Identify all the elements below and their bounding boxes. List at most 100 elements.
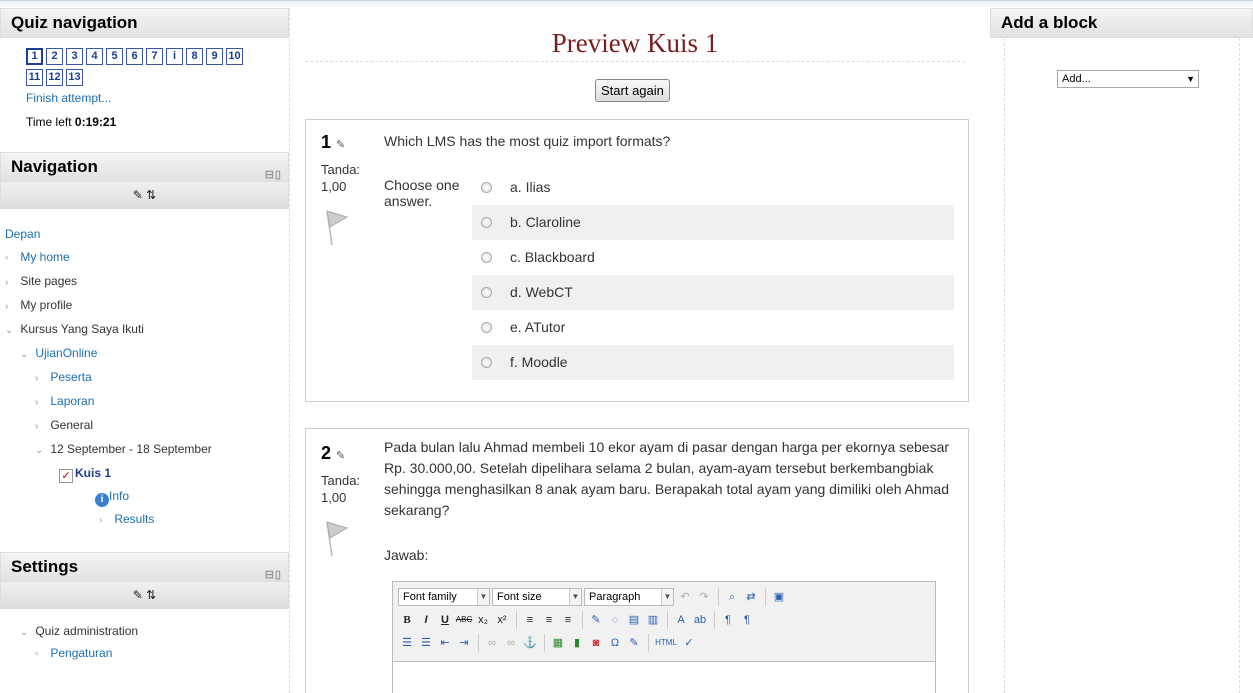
rtl-icon[interactable]: ¶ [738,611,756,629]
move-icon[interactable]: ⇅ [146,588,156,602]
settings-item-quiz-admin[interactable]: Quiz administration [35,624,138,638]
italic-icon[interactable]: I [417,611,435,629]
fullscreen-icon[interactable]: ▣ [770,588,788,606]
question-button-info[interactable]: i [166,48,183,65]
radio-button[interactable] [481,287,492,298]
redo-icon[interactable]: ↷ [695,588,713,606]
outdent-icon[interactable]: ⇤ [436,634,454,652]
nav-item-laporan[interactable]: Laporan [50,394,94,408]
chevron-right-icon[interactable]: › [5,271,17,294]
chevron-down-icon[interactable]: ⌄ [20,343,32,366]
question-button-7[interactable]: 7 [146,48,163,65]
find-icon[interactable]: ⌕ [723,588,741,606]
radio-button[interactable] [481,252,492,263]
question-button-12[interactable]: 12 [46,69,63,86]
numbered-list-icon[interactable]: ☰ [417,634,435,652]
question-button-8[interactable]: 8 [186,48,203,65]
edit-icon[interactable]: ✎ [133,188,143,202]
nav-item-results[interactable]: Results [114,512,154,526]
chevron-right-icon[interactable]: › [35,367,47,390]
question-button-10[interactable]: 10 [226,48,243,65]
ltr-icon[interactable]: ¶ [719,611,737,629]
align-right-icon[interactable]: ≡ [559,611,577,629]
radio-button[interactable] [481,182,492,193]
text-color-icon[interactable]: A [672,611,690,629]
html-icon[interactable]: HTML [653,634,679,652]
dock-icon[interactable]: ⊟▯ [265,161,282,189]
radio-button[interactable] [481,322,492,333]
replace-icon[interactable]: ⇄ [742,588,760,606]
strikethrough-icon[interactable]: ABC [455,611,473,629]
answer-option[interactable]: a. Ilias [472,170,954,205]
align-center-icon[interactable]: ≡ [540,611,558,629]
undo-icon[interactable]: ↶ [676,588,694,606]
editor-text-area[interactable] [393,661,935,693]
nav-item-kursus[interactable]: Kursus Yang Saya Ikuti [20,322,144,336]
settings-item-pengaturan[interactable]: Pengaturan [50,646,112,660]
image-icon[interactable]: ▦ [549,634,567,652]
question-button-5[interactable]: 5 [106,48,123,65]
chevron-down-icon[interactable]: ⌄ [35,439,47,462]
question-button-3[interactable]: 3 [66,48,83,65]
question-button-9[interactable]: 9 [206,48,223,65]
eraser-icon[interactable]: ◌ [606,611,624,629]
moodle-media-icon[interactable]: ◙ [587,634,605,652]
bold-icon[interactable]: B [398,611,416,629]
nav-item-kuis-1[interactable]: Kuis 1 [75,466,111,480]
start-again-button[interactable]: Start again [595,79,670,102]
special-char-icon[interactable]: Ω [606,634,624,652]
nav-item-peserta[interactable]: Peserta [50,370,91,384]
answer-option[interactable]: b. Claroline [472,205,954,240]
anchor-icon[interactable]: ⚓ [521,634,539,652]
question-button-13[interactable]: 13 [66,69,83,86]
link-icon[interactable]: ∞ [483,634,501,652]
media-icon[interactable]: ▮ [568,634,586,652]
nav-item-week[interactable]: 12 September - 18 September [50,442,211,456]
question-button-4[interactable]: 4 [86,48,103,65]
spellcheck-icon[interactable]: ✓ [680,634,698,652]
highlight-color-icon[interactable]: ab [691,611,709,629]
nav-item-my-profile[interactable]: My profile [20,298,72,312]
radio-button[interactable] [481,217,492,228]
chevron-down-icon[interactable]: ⌄ [5,319,17,342]
font-family-select[interactable]: Font family ▼ [398,587,490,606]
finish-attempt-link[interactable]: Finish attempt... [26,91,263,105]
clean-icon[interactable]: ✎ [587,611,605,629]
bullet-list-icon[interactable]: ☰ [398,634,416,652]
equation-icon[interactable]: ✎ [625,634,643,652]
nav-item-info[interactable]: Info [109,489,129,503]
nav-item-my-home[interactable]: My home [20,250,69,264]
indent-icon[interactable]: ⇥ [455,634,473,652]
font-size-select[interactable]: Font size ▼ [492,587,582,606]
question-button-6[interactable]: 6 [126,48,143,65]
flag-icon[interactable] [321,518,351,558]
nav-item-ujianonline[interactable]: UjianOnline [35,346,97,360]
edit-question-icon[interactable]: ✎ [336,450,345,462]
subscript-icon[interactable]: x₂ [474,611,492,629]
answer-option[interactable]: d. WebCT [472,275,954,310]
chevron-down-icon[interactable]: ⌄ [20,623,32,643]
superscript-icon[interactable]: x² [493,611,511,629]
align-left-icon[interactable]: ≡ [521,611,539,629]
nav-item-depan[interactable]: Depan [5,227,40,241]
dock-icon[interactable]: ⊟▯ [265,561,282,589]
edit-question-icon[interactable]: ✎ [336,139,345,151]
nav-item-general[interactable]: General [50,418,93,432]
question-button-11[interactable]: 11 [26,69,43,86]
answer-option[interactable]: c. Blackboard [472,240,954,275]
underline-icon[interactable]: U [436,611,454,629]
flag-icon[interactable] [321,207,351,247]
question-button-1[interactable]: 1 [26,48,43,65]
answer-option[interactable]: f. Moodle [472,345,954,380]
add-block-select[interactable]: Add... ▼ [1057,70,1199,88]
edit-icon[interactable]: ✎ [133,588,143,602]
radio-button[interactable] [481,357,492,368]
chevron-right-icon[interactable]: › [5,295,17,318]
chevron-right-icon[interactable]: › [35,415,47,438]
paste-text-icon[interactable]: ▤ [625,611,643,629]
nav-item-site-pages[interactable]: Site pages [20,274,77,288]
move-icon[interactable]: ⇅ [146,188,156,202]
answer-option[interactable]: e. ATutor [472,310,954,345]
format-select[interactable]: Paragraph ▼ [584,587,674,606]
chevron-right-icon[interactable]: › [99,509,111,532]
